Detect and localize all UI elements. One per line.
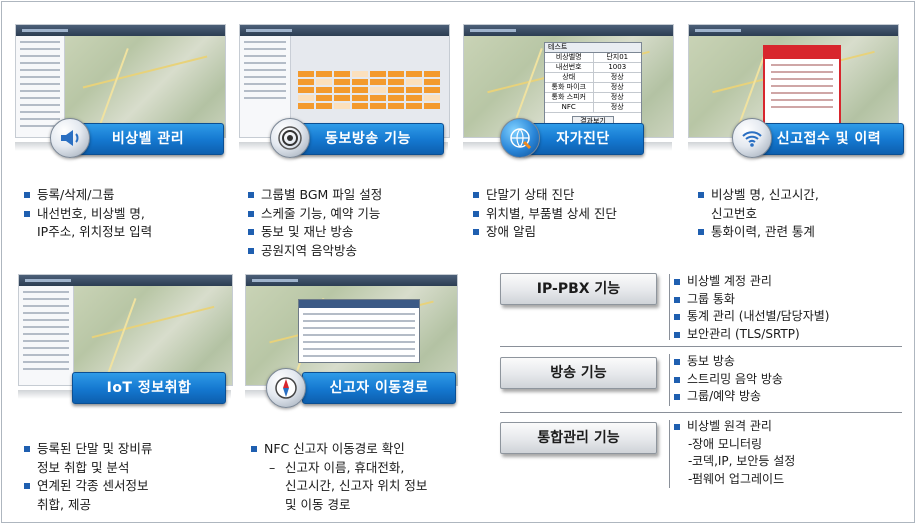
section-broadcast-function: 방송 기능: [500, 357, 657, 389]
list-item: - 펌웨어 업그레이드: [688, 471, 785, 486]
list-item: 그룹 통화: [672, 291, 829, 309]
badge-report-history: 신고접수 및 이력: [754, 123, 904, 155]
screenshot-iot-collection: [18, 274, 233, 386]
list-item: – 신고자 이름, 휴대전화,: [269, 459, 405, 475]
list-item: IP주소, 위치정보 입력: [37, 224, 153, 239]
table-row: 통화 마이크 정상: [545, 83, 641, 93]
list-item: 동보 및 재난 방송: [246, 223, 382, 242]
list-item: 스케줄 기능, 예약 기능: [246, 205, 382, 224]
list-item: 비상벨 계정 관리: [672, 273, 829, 291]
list-ip-pbx: 비상벨 계정 관리 그룹 통화 통계 관리 (내선별/담당자별) 보안관리 (T…: [672, 273, 829, 343]
diagnosis-popup-title: 테스트: [545, 43, 641, 53]
list-item: 스트리밍 음악 방송: [672, 371, 783, 389]
table-row: 비상벨명 단지01: [545, 53, 641, 63]
list-report-history: 비상벨 명, 신고시간, 신고번호 통화이력, 관련 통계: [696, 186, 819, 242]
list-item: 취합, 제공: [37, 496, 91, 512]
list-item: 단말기 상태 진단: [471, 186, 617, 205]
table-row: 내선번호 1003: [545, 63, 641, 73]
table-row: NFC 정상: [545, 103, 641, 113]
list-item: 신고번호: [711, 205, 758, 221]
list-item: 내선번호, 비상벨 명,: [22, 205, 152, 224]
list-item: 비상벨 명, 신고시간,: [696, 186, 819, 205]
globe-diagnosis-icon: [500, 118, 540, 158]
list-item: 등록된 단말 및 장비류: [22, 440, 152, 459]
section-divider: [500, 346, 902, 347]
list-iot-collection: 등록된 단말 및 장비류 정보 취합 및 분석 연계된 각종 센서정보 취합, …: [22, 440, 152, 514]
list-self-diagnosis: 단말기 상태 진단 위치별, 부품별 상세 진단 장애 알림: [471, 186, 617, 242]
screenshot-emergency-bell-management: [15, 24, 226, 138]
list-item: 통화이력, 관련 통계: [696, 223, 819, 242]
list-item: - 장애 모니터링: [688, 436, 763, 451]
report-alert-popup: [763, 45, 841, 131]
wifi-report-icon: [732, 118, 772, 158]
section-ip-pbx: IP-PBX 기능: [500, 273, 657, 305]
badge-iot-collection: IoT 정보취합: [72, 372, 226, 404]
list-item: - 코덱,IP, 보안등 설정: [688, 454, 796, 468]
list-item: 동보 방송: [672, 353, 783, 371]
section-divider: [500, 412, 902, 413]
compass-icon: [266, 368, 306, 408]
table-row: 상태 정상: [545, 73, 641, 83]
table-row: 통화 스피커 정상: [545, 93, 641, 103]
list-reporter-route: NFC 신고자 이동경로 확인 – 신고자 이름, 휴대전화, 신고시간, 신고자…: [249, 440, 427, 514]
list-item: 연계된 각종 센서정보: [22, 477, 152, 496]
feature-overview-panel: 테스트 비상벨명 단지01 내선번호 1003 상태 정상 통화 마이크 정상 통화 스…: [1, 1, 915, 523]
list-item: 정보 취합 및 분석: [37, 459, 130, 475]
list-item: 신고시간, 신고자 위치 정보: [285, 478, 428, 493]
list-item: 통계 관리 (내선별/담당자별): [672, 308, 829, 326]
list-item: 그룹/예약 방송: [672, 388, 783, 406]
badge-emergency-bell-management: 비상벨 관리: [72, 123, 224, 155]
screenshot-self-diagnosis: 테스트 비상벨명 단지01 내선번호 1003 상태 정상 통화 마이크 정상 통화 스…: [463, 24, 674, 138]
broadcast-icon: [270, 118, 310, 158]
screenshot-report-history: [688, 24, 899, 138]
list-item: 장애 알림: [471, 223, 617, 242]
badge-self-diagnosis: 자가진단: [522, 123, 644, 155]
list-item: 등록/삭제/그룹: [22, 186, 152, 205]
list-broadcast: 그룹별 BGM 파일 설정 스케줄 기능, 예약 기능 동보 및 재난 방송 공…: [246, 186, 382, 260]
list-item: 공원지역 음악방송: [246, 242, 382, 261]
list-item: 보안관리 (TLS/SRTP): [672, 326, 829, 344]
list-item: 위치별, 부품별 상세 진단: [471, 205, 617, 224]
list-emergency-bell-management: 등록/삭제/그룹 내선번호, 비상벨 명, IP주소, 위치정보 입력: [22, 186, 152, 242]
list-item: 비상벨 원격 관리: [672, 418, 795, 436]
section-integrated-management: 통합관리 기능: [500, 422, 657, 454]
list-item: NFC 신고자 이동경로 확인: [249, 440, 427, 459]
list-item: 그룹별 BGM 파일 설정: [246, 186, 382, 205]
list-integrated-management: 비상벨 원격 관리 - 장애 모니터링 - 코덱,IP, 보안등 설정 - 펌웨어 업…: [672, 418, 795, 488]
screenshot-broadcast: [239, 24, 450, 138]
diagnosis-popup: 테스트 비상벨명 단지01 내선번호 1003 상태 정상 통화 마이크 정상 통화 스…: [544, 42, 642, 130]
badge-broadcast: 동보방송 기능: [292, 123, 444, 155]
badge-reporter-route: 신고자 이동경로: [302, 372, 456, 404]
speaker-icon: [50, 118, 90, 158]
list-broadcast-function: 동보 방송 스트리밍 음악 방송 그룹/예약 방송: [672, 353, 783, 406]
list-item: 및 이동 경로: [285, 496, 351, 512]
